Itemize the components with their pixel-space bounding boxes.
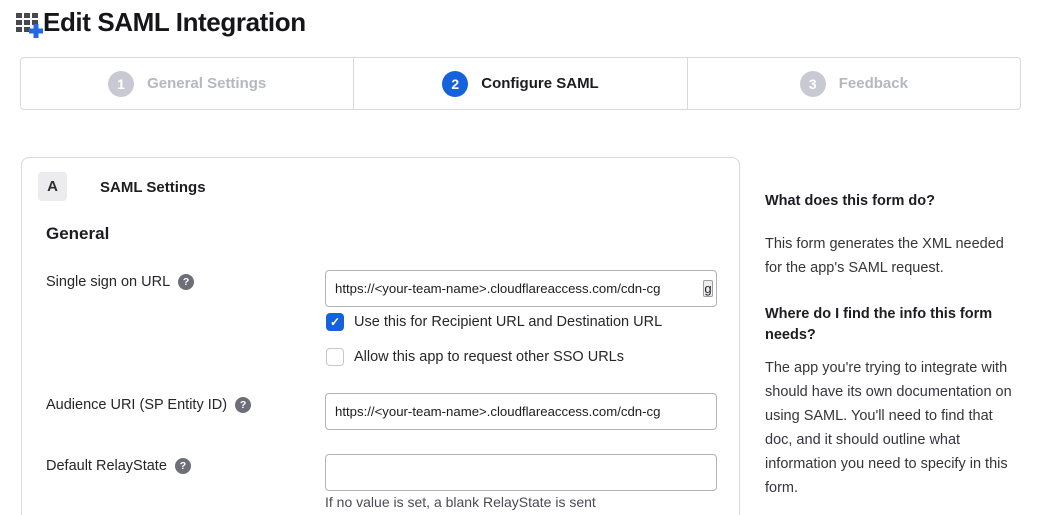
sidebar-paragraph-where: The app you're trying to integrate with … (765, 356, 1018, 500)
step-configure-saml[interactable]: 2 Configure SAML (353, 58, 686, 109)
step-number-badge: 1 (108, 71, 134, 97)
recipient-url-checkbox-row[interactable]: ✓ Use this for Recipient URL and Destina… (326, 313, 662, 331)
sidebar-paragraph-what: This form generates the XML needed for t… (765, 232, 1018, 280)
relaystate-helper-text: If no value is set, a blank RelayState i… (325, 494, 596, 510)
relaystate-label-text: Default RelayState (46, 458, 167, 474)
step-general-settings[interactable]: 1 General Settings (21, 58, 353, 109)
relaystate-input[interactable] (325, 454, 717, 491)
sidebar-heading-what: What does this form do? (765, 191, 1018, 212)
step-number-badge: 2 (442, 71, 468, 97)
sidebar-heading-where: Where do I find the info this form needs… (765, 304, 1018, 346)
sso-url-input-wrap: g (325, 270, 717, 307)
step-label: General Settings (147, 75, 266, 92)
other-sso-urls-checkbox-row[interactable]: Allow this app to request other SSO URLs (326, 348, 624, 366)
checkbox-unchecked-icon[interactable] (326, 348, 344, 366)
sso-url-label-text: Single sign on URL (46, 274, 170, 290)
relaystate-label: Default RelayState ? (46, 458, 191, 474)
step-label: Configure SAML (481, 75, 599, 92)
help-sidebar: What does this form do? This form genera… (765, 191, 1018, 500)
page-title: Edit SAML Integration (43, 6, 306, 38)
audience-uri-label-text: Audience URI (SP Entity ID) (46, 397, 227, 413)
audience-uri-input[interactable] (325, 393, 717, 430)
text-cursor: g (703, 280, 713, 297)
saml-settings-panel: A SAML Settings General Single sign on U… (21, 157, 740, 515)
section-a-badge: A (38, 172, 67, 201)
recipient-url-checkbox-label: Use this for Recipient URL and Destinati… (354, 314, 662, 330)
other-sso-urls-checkbox-label: Allow this app to request other SSO URLs (354, 349, 624, 365)
page-header: Edit SAML Integration (16, 6, 306, 38)
general-section-title: General (46, 224, 109, 244)
panel-title: SAML Settings (100, 179, 206, 196)
step-number-badge: 3 (800, 71, 826, 97)
sso-url-label: Single sign on URL ? (46, 274, 194, 290)
checkbox-checked-icon[interactable]: ✓ (326, 313, 344, 331)
app-grid-plus-icon (16, 10, 43, 38)
help-icon[interactable]: ? (178, 274, 194, 290)
help-icon[interactable]: ? (175, 458, 191, 474)
step-feedback[interactable]: 3 Feedback (687, 58, 1020, 109)
step-label: Feedback (839, 75, 908, 92)
help-icon[interactable]: ? (235, 397, 251, 413)
wizard-stepper: 1 General Settings 2 Configure SAML 3 Fe… (20, 57, 1021, 110)
edit-saml-integration-page: Edit SAML Integration 1 General Settings… (0, 0, 1063, 515)
audience-uri-label: Audience URI (SP Entity ID) ? (46, 397, 251, 413)
sso-url-input[interactable] (325, 270, 717, 307)
